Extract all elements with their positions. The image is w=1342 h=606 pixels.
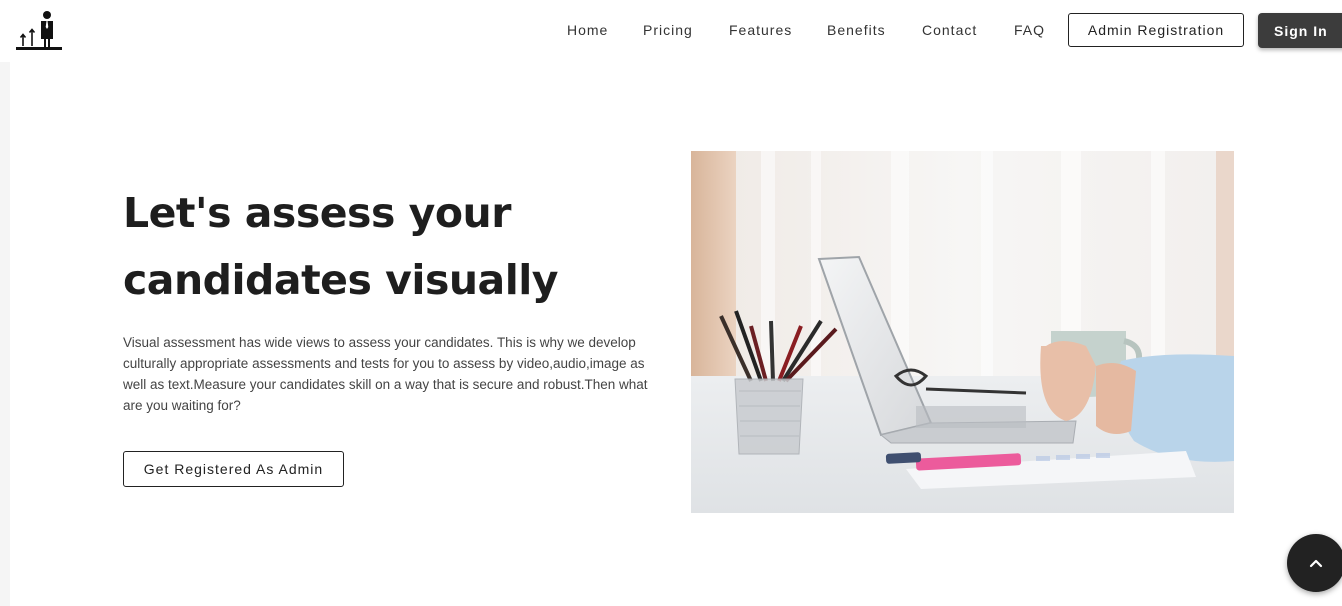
hero-description: Visual assessment has wide views to asse…: [123, 335, 648, 413]
chevron-up-icon: [1309, 559, 1323, 568]
nav-home-link[interactable]: Home: [567, 22, 608, 38]
admin-registration-button[interactable]: Admin Registration: [1068, 13, 1244, 47]
page-left-edge: [0, 62, 10, 606]
hero-image: [691, 151, 1234, 513]
hero-title: Let's assess your candidates visually: [123, 180, 643, 314]
nav-contact-link[interactable]: Contact: [922, 22, 977, 38]
site-header: Home Pricing Features Benefits Contact F…: [0, 0, 1342, 62]
nav-features-link[interactable]: Features: [729, 22, 792, 38]
nav-faq-link[interactable]: FAQ: [1014, 22, 1045, 38]
laptop-desk-photo-icon: [691, 151, 1234, 513]
nav-benefits-link[interactable]: Benefits: [827, 22, 886, 38]
nav-pricing-link[interactable]: Pricing: [643, 22, 693, 38]
scroll-to-top-button[interactable]: [1287, 534, 1342, 592]
get-registered-admin-button[interactable]: Get Registered As Admin: [123, 451, 344, 487]
hero-title-line-1: Let's assess your: [123, 189, 511, 237]
sign-in-button[interactable]: Sign In: [1258, 13, 1342, 48]
hero-title-line-2: candidates visually: [123, 256, 559, 304]
